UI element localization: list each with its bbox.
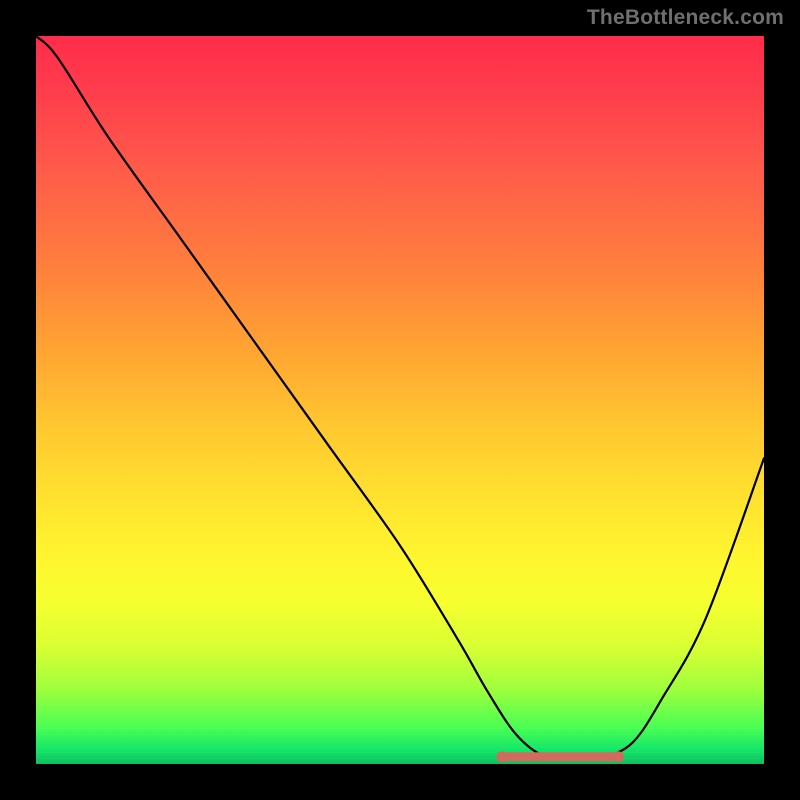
plot-area [36, 36, 764, 764]
chart-stage: TheBottleneck.com [0, 0, 800, 800]
plot-bottom-stripes [36, 686, 764, 764]
flat-segment-dot-left [496, 751, 507, 762]
watermark-text: TheBottleneck.com [587, 6, 784, 30]
flat-segment-dot-right [613, 751, 624, 762]
curve-svg [36, 36, 764, 764]
bottleneck-curve-path [36, 36, 764, 758]
